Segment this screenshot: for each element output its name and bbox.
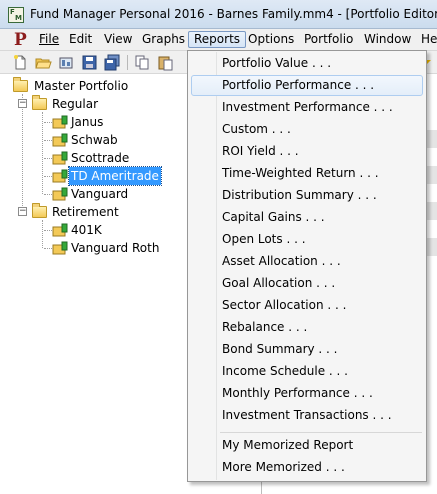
fund-account-icon <box>52 223 68 237</box>
menu-graphs[interactable]: Graphs <box>137 31 190 48</box>
menu-options[interactable]: Options <box>243 31 299 48</box>
fund-account-icon <box>52 187 68 201</box>
menu-item-rebalance[interactable]: Rebalance . . . <box>191 317 423 338</box>
fund-account-icon <box>52 241 68 255</box>
fund-account-icon <box>52 169 68 183</box>
menu-item-more-memorized[interactable]: More Memorized . . . <box>191 457 423 478</box>
menu-item-income-schedule[interactable]: Income Schedule . . . <box>191 361 423 382</box>
menu-item-investment-transactions[interactable]: Investment Transactions . . . <box>191 405 423 426</box>
toolbar-separator <box>127 55 128 70</box>
fund-account-icon <box>52 151 68 165</box>
window-title: Fund Manager Personal 2016 - Barnes Fami… <box>30 7 437 21</box>
portfolio-icon[interactable] <box>58 54 75 71</box>
menu-item-time-weighted-return[interactable]: Time-Weighted Return . . . <box>191 163 423 184</box>
menu-file[interactable]: File <box>34 31 64 48</box>
menu-help[interactable]: He <box>416 31 437 48</box>
menu-item-goal-allocation[interactable]: Goal Allocation . . . <box>191 273 423 294</box>
reports-menu: Portfolio Value . . . Portfolio Performa… <box>187 50 427 482</box>
menu-bar: P File Edit View Graphs Reports Options … <box>0 29 437 51</box>
menu-item-portfolio-value[interactable]: Portfolio Value . . . <box>191 53 423 74</box>
menu-portfolio[interactable]: Portfolio <box>299 31 358 48</box>
menu-item-sector-allocation[interactable]: Sector Allocation . . . <box>191 295 423 316</box>
app-icon: FM <box>8 7 24 23</box>
menu-window[interactable]: Window <box>359 31 416 48</box>
fund-account-icon <box>52 115 68 129</box>
menu-view[interactable]: View <box>99 31 137 48</box>
menu-item-open-lots[interactable]: Open Lots . . . <box>191 229 423 250</box>
title-bar: FM Fund Manager Personal 2016 - Barnes F… <box>0 0 437 29</box>
new-file-icon[interactable] <box>12 54 29 71</box>
menu-item-distribution-summary[interactable]: Distribution Summary . . . <box>191 185 423 206</box>
menu-item-roi-yield[interactable]: ROI Yield . . . <box>191 141 423 162</box>
menu-item-asset-allocation[interactable]: Asset Allocation . . . <box>191 251 423 272</box>
collapse-icon[interactable]: − <box>18 99 27 108</box>
menu-reports[interactable]: Reports <box>188 31 247 48</box>
menu-item-custom[interactable]: Custom . . . <box>191 119 423 140</box>
app-logo-icon: P <box>14 30 27 50</box>
folder-icon <box>13 77 28 92</box>
folder-icon <box>32 203 47 218</box>
fund-account-icon <box>52 133 68 147</box>
copy-icon[interactable] <box>134 54 151 71</box>
menu-item-monthly-performance[interactable]: Monthly Performance . . . <box>191 383 423 404</box>
menu-item-capital-gains[interactable]: Capital Gains . . . <box>191 207 423 228</box>
menu-edit[interactable]: Edit <box>64 31 97 48</box>
menu-separator <box>220 432 422 433</box>
menu-item-my-memorized-report[interactable]: My Memorized Report <box>191 435 423 456</box>
menu-item-bond-summary[interactable]: Bond Summary . . . <box>191 339 423 360</box>
open-folder-icon[interactable] <box>35 54 52 71</box>
paste-icon[interactable] <box>157 54 174 71</box>
save-all-icon[interactable] <box>104 54 121 71</box>
collapse-icon[interactable]: − <box>18 207 27 216</box>
menu-item-portfolio-performance[interactable]: Portfolio Performance . . . <box>191 75 423 96</box>
folder-icon <box>32 95 47 110</box>
menu-item-investment-performance[interactable]: Investment Performance . . . <box>191 97 423 118</box>
save-icon[interactable] <box>81 54 98 71</box>
